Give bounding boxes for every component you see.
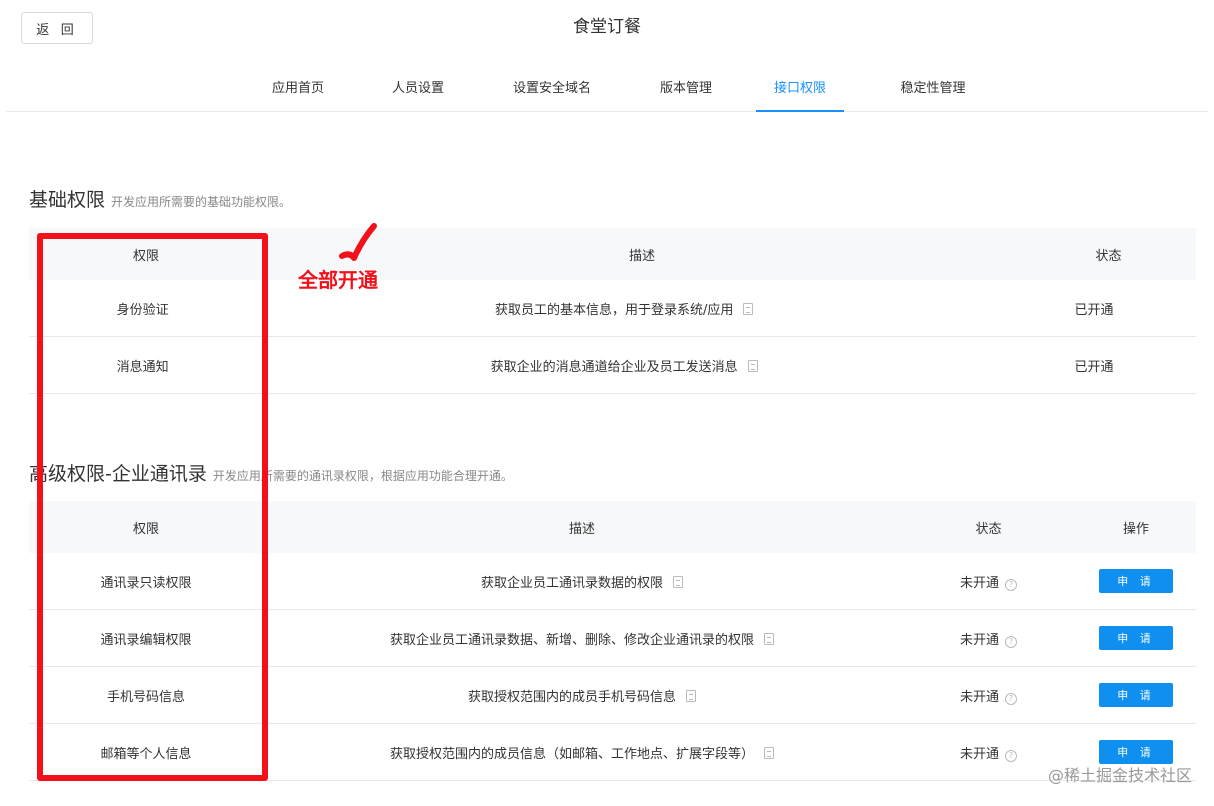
advanced-permissions-title: 高级权限-企业通讯录 [29,463,207,485]
column-action: 操作 [1122,521,1149,537]
table-row: 通讯录只读权限 获取企业员工通讯录数据的权限 未开通? 申 请 [29,553,1196,610]
permission-status: 未开通? [901,572,1076,591]
status-text: 未开通 [959,746,999,762]
document-icon[interactable] [764,746,774,759]
permission-name: 通讯录只读权限 [100,575,192,591]
help-icon[interactable]: ? [1005,578,1017,591]
table-header: 权限 描述 状态 [29,228,1196,280]
table-row: 身份验证 获取员工的基本信息，用于登录系统/应用 已开通 [29,280,1196,337]
column-status: 状态 [975,521,1002,537]
description-text: 获取企业的消息通道给企业及员工发送消息 [490,359,738,375]
column-status: 状态 [1095,248,1122,264]
permission-description: 获取员工的基本信息，用于登录系统/应用 [256,299,992,318]
description-text: 获取企业员工通讯录数据的权限 [480,575,663,591]
permission-status: 未开通? [901,629,1076,648]
description-text: 获取企业员工通讯录数据、新增、删除、修改企业通讯录的权限 [389,632,754,648]
permission-name: 邮箱等个人信息 [100,746,192,762]
status-text: 未开通 [959,689,999,705]
apply-button[interactable]: 申 请 [1099,569,1173,593]
table-row: 通讯录编辑权限 获取企业员工通讯录数据、新增、删除、修改企业通讯录的权限 未开通… [29,610,1196,667]
permission-description: 获取授权范围内的成员信息（如邮箱、工作地点、扩展字段等） [263,743,901,762]
permission-status: 未开通? [901,686,1076,705]
table-row: 消息通知 获取企业的消息通道给企业及员工发送消息 已开通 [29,337,1196,394]
page-title: 食堂订餐 [573,17,641,37]
table-header: 权限 描述 状态 操作 [29,501,1196,553]
action-cell: 申 请 [1076,626,1196,650]
description-text: 获取员工的基本信息，用于登录系统/应用 [494,302,734,318]
tab-stability-management[interactable]: 稳定性管理 [884,70,982,112]
status-text: 未开通 [959,575,999,591]
permission-status: 已开通 [1074,302,1114,318]
permission-name: 身份验证 [116,302,169,318]
annotation-label: 全部开通 [298,268,378,292]
advanced-permissions-table: 权限 描述 状态 操作 通讯录只读权限 获取企业员工通讯录数据的权限 未开通? … [29,501,1196,781]
tab-api-permissions[interactable]: 接口权限 [756,70,844,112]
document-icon[interactable] [686,689,696,702]
basic-permissions-title: 基础权限 [29,189,106,211]
document-icon[interactable] [747,359,758,372]
tab-member-settings[interactable]: 人员设置 [376,70,460,112]
table-row: 邮箱等个人信息 获取授权范围内的成员信息（如邮箱、工作地点、扩展字段等） 未开通… [29,724,1196,781]
apply-button[interactable]: 申 请 [1099,740,1173,764]
apply-button[interactable]: 申 请 [1099,626,1173,650]
column-permission: 权限 [132,521,159,537]
action-cell: 申 请 [1076,569,1196,593]
apply-button[interactable]: 申 请 [1099,683,1173,707]
action-cell: 申 请 [1076,683,1196,707]
description-text: 获取授权范围内的成员信息（如邮箱、工作地点、扩展字段等） [389,746,754,762]
table-row: 手机号码信息 获取授权范围内的成员手机号码信息 未开通? 申 请 [29,667,1196,724]
tab-app-home[interactable]: 应用首页 [256,70,340,112]
column-permission: 权限 [132,248,159,264]
status-text: 未开通 [959,632,999,648]
tab-bar: 应用首页 人员设置 设置安全域名 版本管理 接口权限 稳定性管理 [6,70,1208,112]
permission-description: 获取企业员工通讯录数据的权限 [263,572,901,591]
checkmark-icon [339,223,377,261]
permission-name: 通讯录编辑权限 [100,632,192,648]
permission-description: 获取企业的消息通道给企业及员工发送消息 [256,356,992,375]
basic-permissions-table: 权限 描述 状态 身份验证 获取员工的基本信息，用于登录系统/应用 已开通 消息… [29,228,1196,394]
description-text: 获取授权范围内的成员手机号码信息 [467,689,676,705]
document-icon[interactable] [673,575,683,588]
permission-status: 未开通? [901,743,1076,762]
help-icon[interactable]: ? [1005,749,1017,762]
column-description: 描述 [568,521,595,537]
watermark: @稀土掘金技术社区 [1047,766,1192,785]
permission-status: 已开通 [1074,359,1114,375]
document-icon[interactable] [743,302,754,315]
permission-name: 手机号码信息 [106,689,185,705]
advanced-permissions-heading: 高级权限-企业通讯录 开发应用所需要的通讯录权限，根据应用功能合理开通。 [29,459,513,486]
document-icon[interactable] [764,632,774,645]
tab-version-management[interactable]: 版本管理 [644,70,728,112]
help-icon[interactable]: ? [1005,635,1017,648]
help-icon[interactable]: ? [1005,692,1017,705]
permission-name: 消息通知 [116,359,169,375]
permission-description: 获取授权范围内的成员手机号码信息 [263,686,901,705]
advanced-permissions-desc: 开发应用所需要的通讯录权限，根据应用功能合理开通。 [212,469,513,483]
tab-security-domain[interactable]: 设置安全域名 [496,70,608,112]
permission-description: 获取企业员工通讯录数据、新增、删除、修改企业通讯录的权限 [263,629,901,648]
action-cell: 申 请 [1076,740,1196,764]
basic-permissions-desc: 开发应用所需要的基础功能权限。 [111,195,292,209]
basic-permissions-heading: 基础权限 开发应用所需要的基础功能权限。 [29,185,291,212]
